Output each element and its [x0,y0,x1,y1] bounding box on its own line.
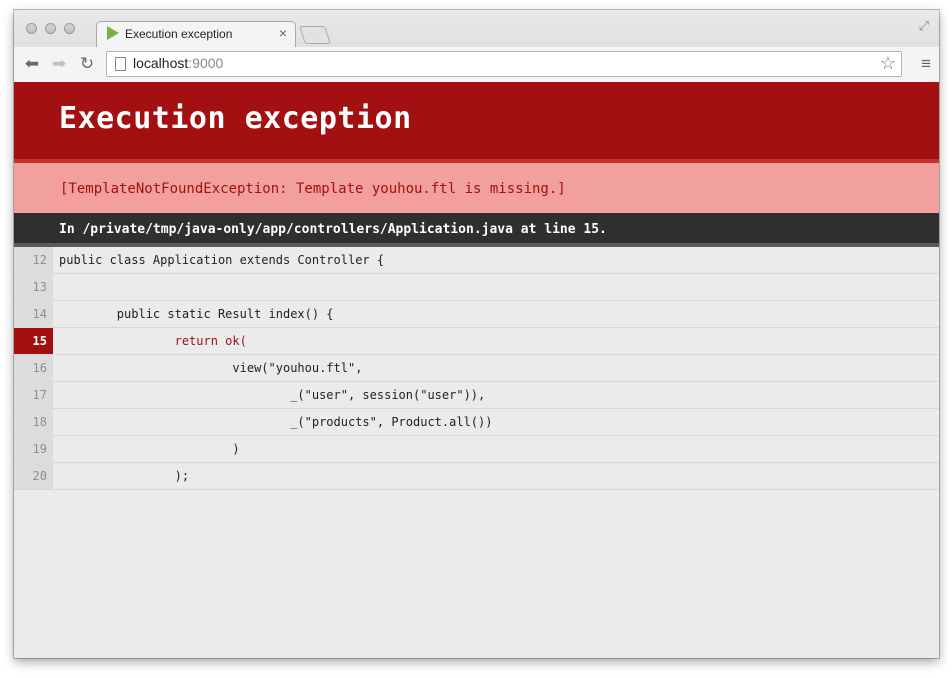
source-location: In /private/tmp/java-only/app/controller… [14,213,939,247]
browser-window: Execution exception × ⤢ ⬅ ➡ ↻ localhost:… [14,10,939,658]
code-line: 17 _("user", session("user")), [14,382,939,409]
exception-header: Execution exception [14,82,939,163]
line-source: ) [59,442,240,456]
bookmark-star-icon[interactable]: ☆ [880,53,896,74]
line-number: 13 [14,274,53,300]
code-line: 14 public static Result index() { [14,301,939,328]
code-line: 18 _("products", Product.all()) [14,409,939,436]
reload-icon[interactable]: ↻ [77,54,97,74]
line-number: 16 [14,355,53,381]
page-title: Execution exception [59,101,412,136]
line-source: return ok( [59,334,247,348]
line-source: public class Application extends Control… [59,253,385,267]
minimize-window-button[interactable] [45,23,56,34]
line-source: _("user", session("user")), [59,388,486,402]
fullscreen-icon[interactable]: ⤢ [919,18,929,34]
line-number: 17 [14,382,53,408]
browser-chrome: Execution exception × ⤢ ⬅ ➡ ↻ localhost:… [14,10,939,83]
line-number: 12 [14,247,53,273]
code-line: 13 [14,274,939,301]
url-text[interactable]: localhost:9000 [133,55,223,71]
line-number: 19 [14,436,53,462]
code-line: 19 ) [14,436,939,463]
exception-message: [TemplateNotFoundException: Template you… [14,163,939,213]
url-port: :9000 [188,55,224,71]
url-host: localhost [133,55,189,71]
page-icon [115,57,126,71]
back-arrow-icon[interactable]: ⬅ [22,54,42,74]
page-content: Execution exception [TemplateNotFoundExc… [14,82,939,658]
new-tab-button[interactable] [299,26,331,44]
tab-close-icon[interactable]: × [279,25,287,41]
code-line: 20 ); [14,463,939,490]
code-line: 12 public class Application extends Contr… [14,247,939,274]
forward-arrow-icon[interactable]: ➡ [49,54,69,74]
address-bar[interactable]: localhost:9000 ☆ [106,51,902,77]
browser-toolbar: ⬅ ➡ ↻ localhost:9000 ☆ ≡ [14,47,939,82]
line-number: 15 [14,328,53,354]
source-code: 12 public class Application extends Contr… [14,247,939,490]
line-source: _("products", Product.all()) [59,415,493,429]
line-number: 14 [14,301,53,327]
play-favicon-icon [107,26,119,40]
tab-title: Execution exception [125,27,233,41]
code-line: 16 view("youhou.ftl", [14,355,939,382]
line-number: 20 [14,463,53,489]
line-source: public static Result index() { [59,307,334,321]
menu-icon[interactable]: ≡ [921,54,931,74]
code-line: 15 return ok( [14,328,939,355]
close-window-button[interactable] [26,23,37,34]
browser-tab[interactable]: Execution exception × [96,21,296,48]
zoom-window-button[interactable] [64,23,75,34]
line-number: 18 [14,409,53,435]
line-source: view("youhou.ftl", [59,361,363,375]
line-source: ); [59,469,190,483]
